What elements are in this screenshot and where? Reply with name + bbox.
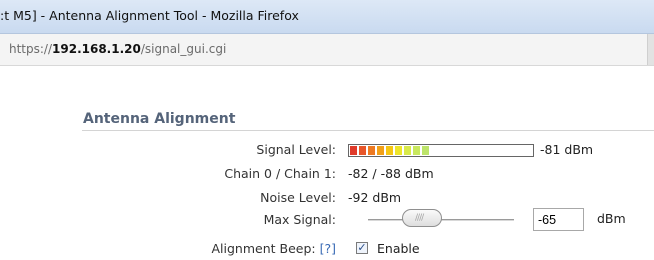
enable-label[interactable]: Enable [377,241,420,256]
signal-meter-segment [377,146,384,155]
max-signal-slider-handle[interactable]: //// [402,209,442,227]
max-signal-input[interactable] [533,208,584,231]
signal-level-value: -81 dBm [540,142,594,157]
signal-meter-segment [422,146,429,155]
max-signal-unit: dBm [597,211,626,226]
signal-meter-segment [404,146,411,155]
signal-meter-segment [395,146,402,155]
signal-meter-segment [359,146,366,155]
chain-value: -82 / -88 dBm [348,166,434,181]
browser-title-bar: :t M5] - Antenna Alignment Tool - Mozill… [0,0,654,34]
signal-meter-segment [413,146,420,155]
grip-icon: //// [415,213,424,223]
section-divider [82,130,654,131]
window-title: :t M5] - Antenna Alignment Tool - Mozill… [0,8,299,23]
section-title: Antenna Alignment [83,111,236,127]
alignment-beep-label-group: Alignment Beep: [?] [212,241,337,256]
enable-checkbox[interactable]: ✓ [356,242,368,254]
url-path: /signal_gui.cgi [140,42,227,56]
address-bar[interactable]: https://192.168.1.20/signal_gui.cgi [0,34,654,66]
noise-level-value: -92 dBm [348,190,402,205]
address-bar-edge [647,34,654,65]
url-text[interactable]: https://192.168.1.20/signal_gui.cgi [9,42,226,56]
signal-meter-segment [350,146,357,155]
alignment-beep-label: Alignment Beep: [211,241,316,256]
signal-level-label: Signal Level: [256,142,336,157]
url-prefix: https:// [9,42,53,56]
url-host: 192.168.1.20 [52,42,141,56]
chain-label: Chain 0 / Chain 1: [224,166,336,181]
signal-meter-segment [368,146,375,155]
signal-meter-segment [386,146,393,155]
noise-level-label: Noise Level: [260,190,336,205]
checkmark-icon: ✓ [357,241,367,254]
help-link[interactable]: [?] [320,241,336,256]
max-signal-label: Max Signal: [263,212,336,227]
signal-level-meter [348,144,534,157]
